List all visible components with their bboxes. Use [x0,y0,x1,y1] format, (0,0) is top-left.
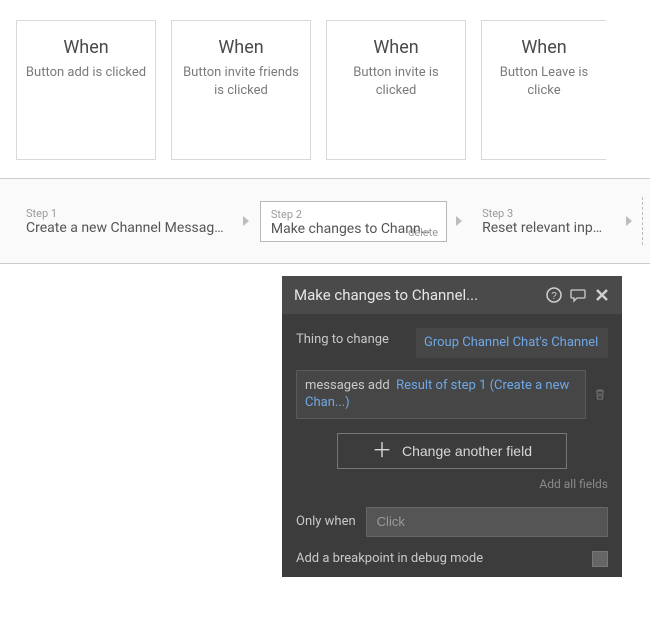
properties-panel: Make changes to Channel... ? Thing to ch… [282,276,622,577]
panel-title: Make changes to Channel... [294,286,546,304]
only-when-row: Only when [296,507,608,537]
event-card[interactable]: When Button add is clicked [16,20,156,160]
help-icon[interactable]: ? [546,287,562,303]
add-all-fields-link[interactable]: Add all fields [296,477,608,491]
only-when-input[interactable] [366,507,608,537]
step-title: Reset relevant inputs [482,220,607,236]
add-step-placeholder[interactable] [642,197,650,245]
thing-to-change-value[interactable]: Group Channel Chat's Channel [416,328,608,358]
breakpoint-label: Add a breakpoint in debug mode [296,551,483,566]
step-number: Step 2 [271,208,436,221]
panel-header[interactable]: Make changes to Channel... ? [282,276,622,314]
event-card[interactable]: When Button invite is clicked [326,20,466,160]
event-card[interactable]: When Button Leave is clicke [481,20,606,160]
step-number: Step 3 [482,207,607,220]
trash-icon[interactable] [592,386,608,402]
event-title: When [25,37,147,58]
event-desc: Button Leave is clicke [490,64,598,99]
step-number: Step 1 [26,207,225,220]
change-another-field-label: Change another field [402,443,532,459]
svg-text:?: ? [551,291,557,302]
field-change-box[interactable]: messages add Result of step 1 (Create a … [296,370,586,419]
thing-to-change-row: Thing to change Group Channel Chat's Cha… [296,328,608,358]
event-title: When [180,37,302,58]
close-icon[interactable] [594,287,610,303]
arrow-right-icon [447,215,472,227]
step-title: Create a new Channel Message... [26,220,225,236]
workflow-step[interactable]: Step 3 Reset relevant inputs [472,201,617,242]
workflow-strip: Step 1 Create a new Channel Message... S… [0,178,650,264]
workflow-step-active[interactable]: Step 2 Make changes to Channel... delete [260,201,447,242]
arrow-right-icon [617,215,642,227]
step-delete-link[interactable]: delete [408,226,438,239]
event-card[interactable]: When Button invite friends is clicked [171,20,311,160]
event-title: When [490,37,598,58]
events-row: When Button add is clicked When Button i… [0,0,650,160]
event-desc: Button invite is clicked [335,64,457,99]
event-title: When [335,37,457,58]
comment-icon[interactable] [570,287,586,303]
only-when-label: Only when [296,514,356,529]
workflow-step[interactable]: Step 1 Create a new Channel Message... [16,201,235,242]
thing-to-change-label: Thing to change [296,328,416,347]
field-action-text: messages add [305,378,390,393]
panel-body: Thing to change Group Channel Chat's Cha… [282,314,622,577]
field-change-row: messages add Result of step 1 (Create a … [296,370,608,419]
change-another-field-button[interactable]: ＋ Change another field [337,433,567,469]
event-desc: Button add is clicked [25,64,147,82]
breakpoint-checkbox[interactable] [592,551,608,567]
breakpoint-row: Add a breakpoint in debug mode [296,551,608,567]
arrow-right-icon [235,215,260,227]
event-desc: Button invite friends is clicked [180,64,302,99]
